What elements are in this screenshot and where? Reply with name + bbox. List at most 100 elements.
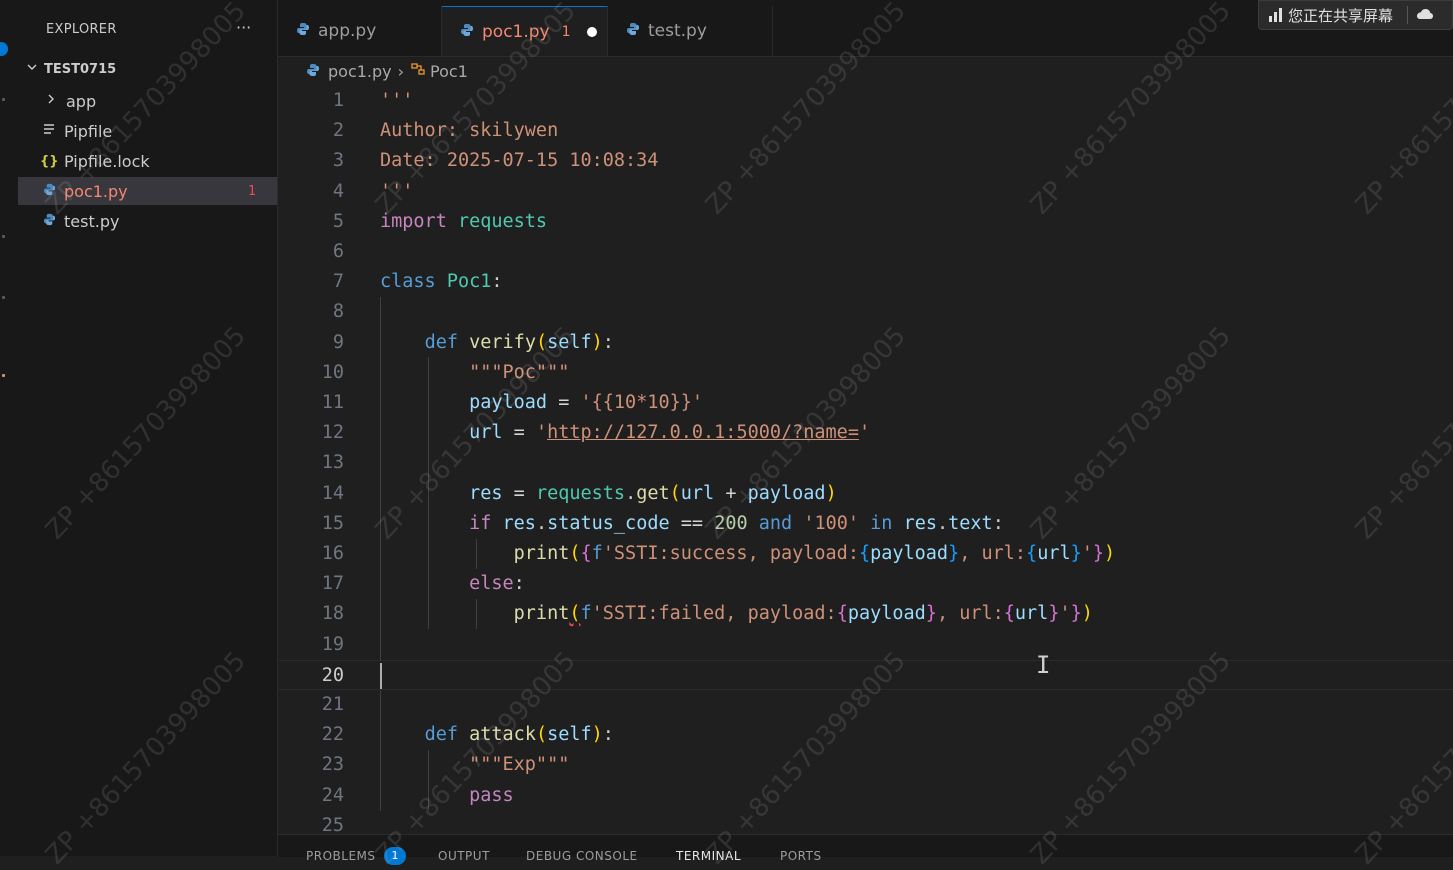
tree-item-pipfile[interactable]: Pipfile: [18, 117, 277, 145]
code-line: 3 Date: 2025-07-15 10:08:34: [278, 146, 1453, 176]
code-line: 23 """Exp""": [278, 750, 1453, 780]
code-token[interactable]: http://127.0.0.1:5000/?name=: [547, 422, 859, 443]
activity-marker: [2, 296, 5, 299]
code-token: verify: [469, 331, 536, 353]
code-text: ''': [380, 90, 414, 111]
project-folder[interactable]: TEST0715: [26, 61, 116, 77]
line-number: 22: [321, 724, 344, 746]
problems-count-badge: 1: [384, 847, 406, 865]
problem-count-badge: 1: [248, 183, 257, 199]
code-token: Poc1: [446, 271, 492, 293]
tree-item-label: Pipfile: [64, 121, 113, 141]
tree-item-test[interactable]: test.py: [18, 207, 277, 235]
chevron-right-icon: [42, 93, 60, 109]
code-line: 17 else:: [278, 569, 1453, 599]
code-line: 24 pass: [278, 781, 1453, 811]
python-icon: [306, 62, 320, 81]
tab-problems[interactable]: PROBLEMS: [306, 849, 376, 863]
code-line: 13: [278, 448, 1453, 478]
code-line: 18 print(f'SSTI:failed, payload:{payload…: [278, 599, 1453, 629]
project-name: TEST0715: [44, 61, 117, 77]
code-line: 22 def attack(self):: [278, 720, 1453, 750]
code-line: 8: [278, 297, 1453, 327]
line-number: 24: [321, 784, 344, 806]
code-token: 200: [714, 512, 748, 534]
code-token: 'SSTI:success, payload:: [602, 543, 859, 564]
line-number: 14: [321, 482, 344, 504]
line-number: 12: [321, 422, 344, 444]
python-icon: [626, 21, 640, 41]
tab-ports[interactable]: PORTS: [780, 849, 822, 863]
line-number: 7: [332, 271, 344, 293]
accounts-badge[interactable]: [0, 42, 8, 56]
code-line: 19: [278, 630, 1453, 660]
code-token: attack: [469, 724, 536, 746]
explorer-sidebar: EXPLORER ··· TEST0715 app Pipfile {} Pip…: [18, 0, 278, 856]
code-line: 16 print({f'SSTI:success, payload:{paylo…: [278, 539, 1453, 569]
mouse-ibeam-icon: I: [1036, 651, 1051, 679]
code-token: pass: [469, 784, 514, 806]
code-token: , url:: [959, 543, 1027, 564]
breadcrumb: poc1.py › Poc1: [306, 60, 468, 82]
line-number: 1: [332, 90, 344, 111]
line-number: 23: [321, 754, 344, 776]
tab-poc1-py[interactable]: poc1.py 1: [442, 6, 608, 56]
code-line: 1 ''': [278, 86, 1453, 116]
tab-label: test.py: [648, 21, 707, 41]
python-icon: [460, 22, 474, 42]
tab-problem-badge: 1: [561, 23, 571, 40]
line-number: 11: [321, 392, 344, 413]
code-line: 21: [278, 690, 1453, 720]
lines-icon: [40, 123, 58, 139]
code-token: """Poc""": [469, 361, 570, 383]
line-number: 10: [321, 361, 344, 383]
tree-item-label: test.py: [64, 211, 120, 231]
code-line: 25: [278, 811, 1453, 834]
code-line: 10 """Poc""": [278, 358, 1453, 388]
tab-label: app.py: [318, 21, 377, 41]
cloud-icon[interactable]: [1407, 6, 1434, 24]
tab-debug-console[interactable]: DEBUG CONSOLE: [526, 849, 638, 863]
tab-app-py[interactable]: app.py: [278, 6, 442, 56]
line-number: 8: [332, 301, 344, 323]
line-number: 21: [321, 694, 344, 715]
tree-item-pipfile-lock[interactable]: {} Pipfile.lock: [18, 147, 277, 175]
code-editor[interactable]: 1 ''' 2 Author: skilywen 3 Date: 2025-07-15…: [278, 86, 1453, 834]
line-number: 9: [332, 331, 344, 353]
code-token: import: [380, 210, 447, 232]
tree-item-label: Pipfile.lock: [64, 151, 150, 171]
unsaved-dot-icon[interactable]: [586, 26, 597, 37]
line-number: 2: [332, 120, 344, 142]
code-token: requests: [457, 210, 548, 232]
tree-item-label: app: [66, 91, 97, 111]
code-line: 2 Author: skilywen: [278, 116, 1453, 146]
panel-tabs: PROBLEMS 1 OUTPUT DEBUG CONSOLE TERMINAL…: [278, 834, 1453, 865]
line-number: 16: [321, 543, 344, 564]
breadcrumb-symbol[interactable]: Poc1: [430, 62, 468, 81]
tab-output[interactable]: OUTPUT: [438, 849, 490, 863]
activity-marker: [2, 98, 5, 101]
chevron-right-icon: ›: [397, 61, 405, 81]
line-number: 6: [332, 241, 344, 262]
code-line: 5 import requests: [278, 207, 1453, 237]
line-number: 25: [321, 814, 344, 834]
tab-terminal[interactable]: TERMINAL: [676, 849, 741, 863]
python-icon: [40, 183, 58, 200]
more-actions-icon[interactable]: ···: [236, 18, 251, 37]
tab-test-py[interactable]: test.py: [608, 6, 773, 56]
code-text: ''': [380, 180, 414, 202]
code-token: , url:: [936, 603, 1004, 625]
activity-marker: [2, 374, 5, 377]
class-symbol-icon: [410, 62, 426, 80]
code-text: Author: skilywen: [380, 120, 559, 142]
python-icon: [40, 213, 58, 230]
line-number: 13: [321, 452, 344, 474]
tree-item-app[interactable]: app: [18, 87, 277, 115]
breadcrumb-file[interactable]: poc1.py: [328, 62, 392, 81]
screen-share-label: 您正在共享屏幕: [1288, 6, 1394, 25]
tree-item-poc1[interactable]: poc1.py 1: [18, 177, 277, 205]
code-token: '100': [803, 512, 860, 534]
screen-share-indicator[interactable]: 您正在共享屏幕: [1258, 0, 1453, 30]
line-number: 3: [332, 150, 344, 172]
python-icon: [296, 21, 310, 41]
